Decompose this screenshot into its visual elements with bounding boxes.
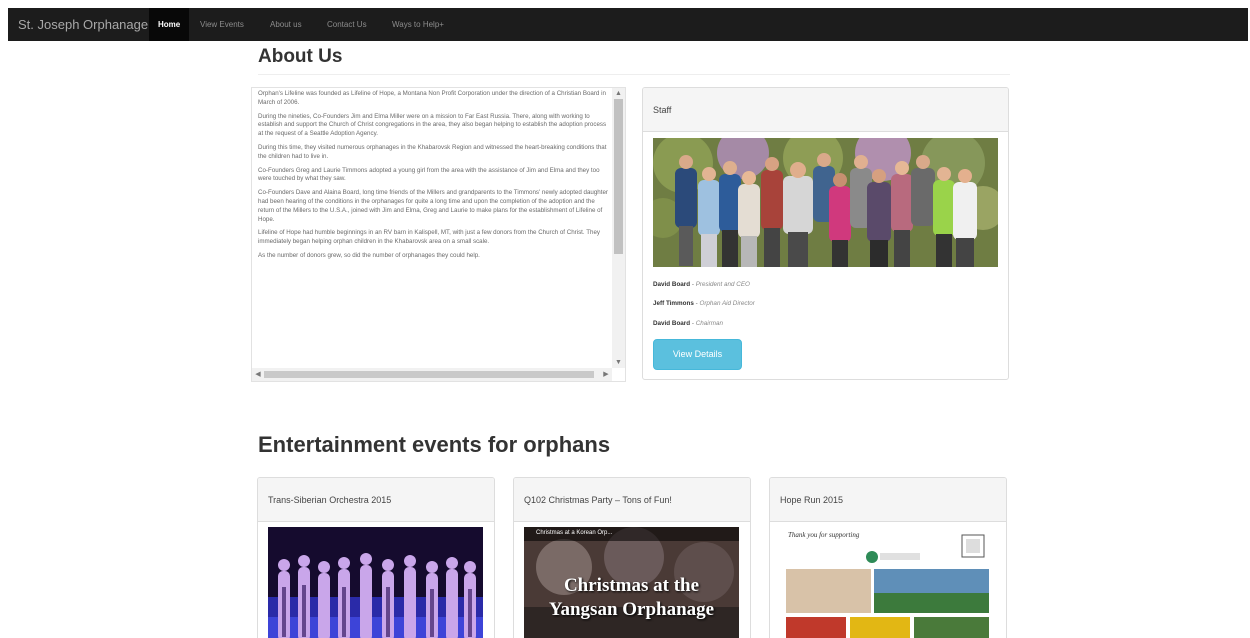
staff-member: David Board - Chairman (653, 320, 723, 327)
about-paragraph: Co-Founders Greg and Laurie Timmons adop… (258, 166, 600, 183)
scroll-left-icon[interactable]: ◀ (252, 368, 264, 381)
about-heading: About Us (258, 46, 343, 67)
staff-name: David Board (653, 281, 691, 288)
about-text-box[interactable]: Orphan's Lifeline was founded as Lifelin… (251, 87, 626, 382)
section-divider (258, 74, 1010, 75)
nav-about-us[interactable]: About us (270, 8, 302, 41)
about-paragraph: As the number of donors grew, so did the… (258, 251, 480, 259)
scroll-thumb[interactable] (614, 99, 623, 254)
scroll-right-icon[interactable]: ▶ (600, 368, 612, 381)
event-video-christmas[interactable]: Christmas at a Korean Orp... Christmas a… (524, 527, 739, 638)
event-card: Hope Run 2015 Thank you for supporting (769, 477, 1007, 638)
about-paragraph: Co-Founders Dave and Alaina Board, long … (258, 189, 608, 223)
video-caption-line-2: Yangsan Orphanage (548, 599, 715, 620)
about-paragraph: During the nineties, Co-Founders Jim and… (258, 112, 607, 138)
top-navbar: St. Joseph Orphanage Home View Events Ab… (8, 8, 1248, 41)
nav-contact-us[interactable]: Contact Us (327, 8, 367, 41)
nav-view-events[interactable]: View Events (200, 8, 244, 41)
staff-name: Jeff Timmons (653, 300, 694, 307)
staff-role: Orphan Aid Director (699, 300, 755, 307)
staff-panel: Staff David Board - President and CEO Je… (642, 87, 1009, 380)
scroll-down-icon[interactable]: ▼ (612, 357, 625, 368)
video-caption-line-1: Christmas at the (563, 575, 700, 596)
staff-member: Jeff Timmons - Orphan Aid Director (653, 300, 755, 307)
staff-group-photo (653, 138, 998, 267)
nav-home[interactable]: Home (149, 8, 190, 41)
video-title-bar: Christmas at a Korean Orp... (524, 527, 739, 541)
brand-link[interactable]: St. Joseph Orphanage (18, 17, 148, 32)
about-paragraph: Lifeline of Hope had humble beginnings i… (258, 229, 600, 246)
event-image-orchestra[interactable] (268, 527, 483, 638)
horizontal-scrollbar[interactable]: ◀ ▶ (252, 368, 612, 381)
video-title: Christmas at a Korean Orp... (536, 530, 613, 536)
about-paragraph: Orphan's Lifeline was founded as Lifelin… (258, 90, 606, 106)
view-details-button[interactable]: View Details (653, 339, 742, 370)
staff-role: Chairman (695, 320, 723, 327)
event-card: Q102 Christmas Party – Tons of Fun! Chri… (513, 477, 751, 638)
event-card: Trans-Siberian Orchestra 2015 (257, 477, 495, 638)
vertical-scrollbar[interactable]: ▲ ▼ (612, 88, 625, 368)
staff-member: David Board - President and CEO (653, 281, 750, 288)
staff-name: David Board (653, 320, 691, 327)
event-card-title: Trans-Siberian Orchestra 2015 (258, 478, 494, 522)
event-card-title: Q102 Christmas Party – Tons of Fun! (514, 478, 750, 522)
scroll-thumb-horizontal[interactable] (264, 371, 594, 378)
events-heading: Entertainment events for orphans (258, 432, 611, 457)
nav-ways-to-help[interactable]: Ways to Help+ (392, 8, 444, 41)
about-paragraph: During this time, they visited numerous … (258, 143, 607, 160)
event-card-title: Hope Run 2015 (770, 478, 1006, 522)
staff-role: President and CEO (695, 281, 750, 288)
staff-heading: Staff (643, 88, 1008, 132)
event-image-hope-run[interactable]: Thank you for supporting (780, 527, 995, 638)
about-text: Orphan's Lifeline was founded as Lifelin… (258, 90, 612, 368)
scroll-up-icon[interactable]: ▲ (612, 88, 625, 99)
